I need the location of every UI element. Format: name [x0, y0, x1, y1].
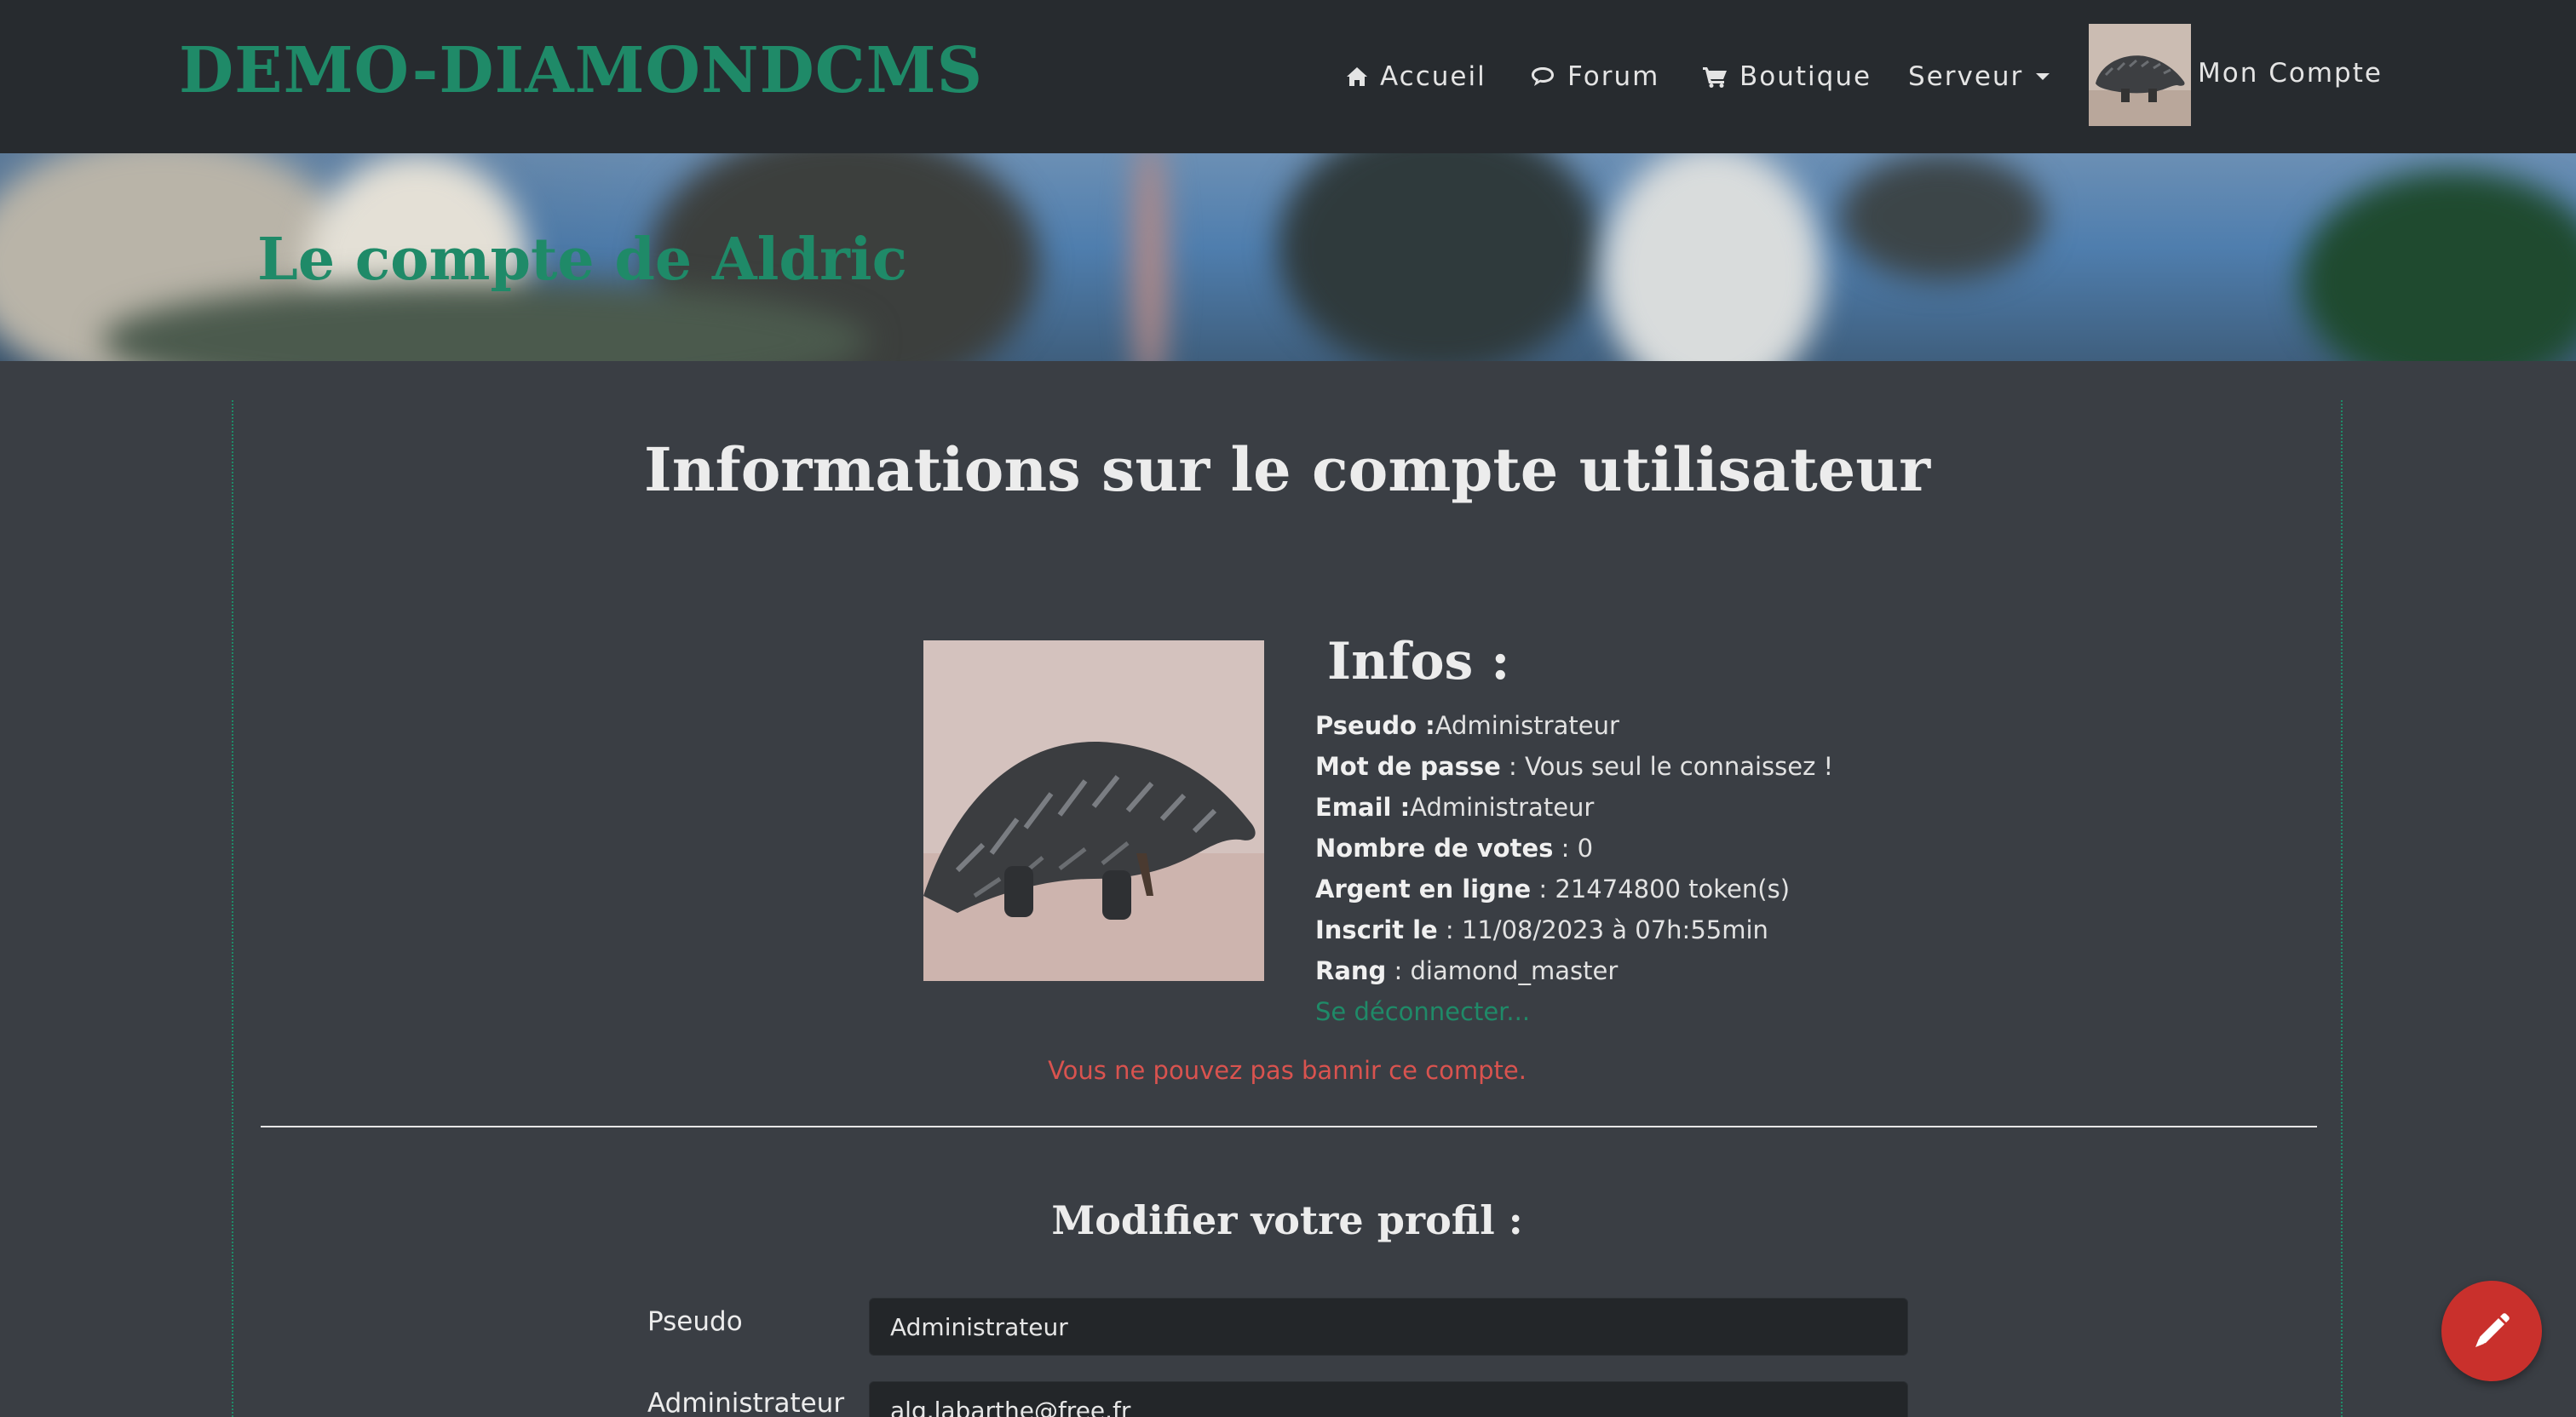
- hero-banner: Le compte de Aldric: [0, 153, 2576, 361]
- info-pseudo: Pseudo :Administrateur: [1315, 705, 1833, 746]
- home-icon: [1347, 67, 1367, 86]
- hero-title: Le compte de Aldric: [257, 226, 908, 294]
- info-value: Administrateur: [1410, 793, 1595, 822]
- nav-label-serveur: Serveur: [1908, 61, 2024, 92]
- pseudo-input[interactable]: [869, 1298, 1908, 1356]
- info-value: : 0: [1553, 834, 1594, 863]
- info-value: Administrateur: [1435, 711, 1619, 740]
- logout-row: Se déconnecter...: [1315, 991, 1833, 1032]
- info-value: : diamond_master: [1386, 956, 1619, 985]
- profile-image: [923, 640, 1264, 981]
- info-password: Mot de passe : Vous seul le connaissez !: [1315, 746, 1833, 787]
- edit-fab-button[interactable]: [2441, 1281, 2542, 1381]
- info-votes: Nombre de votes : 0: [1315, 828, 1833, 869]
- info-value: : Vous seul le connaissez !: [1500, 752, 1834, 781]
- page-title: Informations sur le compte utilisateur: [643, 434, 1931, 505]
- divider: [261, 1126, 2317, 1127]
- nav-item-boutique[interactable]: Boutique: [1702, 56, 1872, 97]
- nav-item-forum[interactable]: Forum: [1530, 56, 1659, 97]
- email-input[interactable]: [869, 1381, 1908, 1417]
- info-rank: Rang : diamond_master: [1315, 950, 1833, 991]
- brand-logo[interactable]: DEMO-DIAMONDCMS: [179, 34, 983, 107]
- chat-icon: [1532, 67, 1554, 86]
- info-label: Email :: [1315, 793, 1411, 822]
- info-registered: Inscrit le : 11/08/2023 à 07h:55min: [1315, 909, 1833, 950]
- info-value: : 11/08/2023 à 07h:55min: [1437, 915, 1768, 944]
- info-label: Mot de passe: [1315, 752, 1501, 781]
- info-list: Pseudo :Administrateur Mot de passe : Vo…: [1315, 705, 1833, 1032]
- pseudo-label: Pseudo: [647, 1306, 743, 1337]
- nav-label-forum: Forum: [1567, 61, 1660, 92]
- nav-item-account[interactable]: Mon Compte: [2198, 53, 2383, 94]
- logout-link[interactable]: Se déconnecter...: [1315, 997, 1530, 1026]
- account-avatar[interactable]: [2089, 24, 2191, 126]
- nav-label-accueil: Accueil: [1380, 61, 1486, 92]
- nav-label-account: Mon Compte: [2198, 58, 2383, 89]
- info-label: Inscrit le: [1315, 915, 1438, 944]
- caret-down-icon: [2036, 73, 2050, 80]
- nav-item-accueil[interactable]: Accueil: [1346, 56, 1486, 97]
- info-email: Email :Administrateur: [1315, 787, 1833, 828]
- nav-label-boutique: Boutique: [1739, 61, 1872, 92]
- info-label: Pseudo :: [1315, 711, 1435, 740]
- email-label: Administrateur: [647, 1388, 845, 1417]
- cart-icon: [1703, 67, 1727, 88]
- nav-item-serveur[interactable]: Serveur: [1908, 56, 2050, 97]
- account-content: Informations sur le compte utilisateur I…: [232, 400, 2343, 1417]
- info-label: Argent en ligne: [1315, 875, 1532, 904]
- pangolin-image: [923, 640, 1264, 981]
- pangolin-thumbnail: [2089, 24, 2191, 126]
- info-value: : 21474800 token(s): [1531, 875, 1791, 904]
- infos-heading: Infos :: [1327, 632, 1510, 691]
- info-money: Argent en ligne : 21474800 token(s): [1315, 869, 1833, 909]
- navbar: DEMO-DIAMONDCMS Accueil Forum Boutique S…: [0, 0, 2576, 153]
- pencil-icon: [2475, 1313, 2510, 1347]
- info-label: Nombre de votes: [1315, 834, 1554, 863]
- ban-message: Vous ne pouvez pas bannir ce compte.: [1048, 1056, 1527, 1085]
- info-label: Rang: [1315, 956, 1387, 985]
- edit-profile-title: Modifier votre profil :: [1051, 1197, 1523, 1243]
